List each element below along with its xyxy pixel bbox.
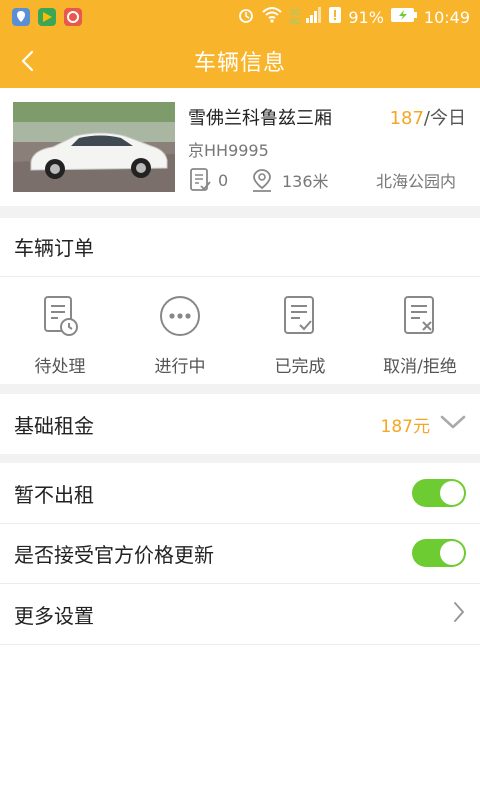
location-name: 北海公园内 (376, 172, 456, 191)
network-type-bottom: 4G (289, 17, 301, 26)
more-settings-row[interactable]: 更多设置 (0, 584, 480, 644)
status-bar: 3G 4G 91% 10:49 (0, 0, 480, 34)
more-settings-label: 更多设置 (14, 603, 94, 628)
sim-alert-icon (328, 6, 342, 28)
back-chevron-icon[interactable] (16, 48, 40, 74)
order-in-progress-label: 进行中 (154, 357, 206, 377)
toggle-knob (440, 481, 464, 505)
order-status-grid: 待处理 进行中 已完成 取消/拒绝 (0, 284, 480, 380)
order-in-progress-button[interactable]: 进行中 (120, 284, 240, 380)
chevron-right-icon (452, 600, 466, 628)
order-cancelled-button[interactable]: 取消/拒绝 (360, 284, 480, 380)
order-completed-label: 已完成 (274, 357, 326, 377)
chevron-down-icon[interactable] (440, 412, 466, 436)
map-pin-app-icon (12, 8, 30, 26)
base-rent-label: 基础租金 (14, 413, 94, 438)
order-count: 0 (218, 170, 229, 190)
title-bar: 车辆信息 (0, 34, 480, 88)
base-rent-value: 187元 (380, 416, 430, 437)
clipboard-check-icon (280, 294, 320, 342)
section-spacer (0, 384, 480, 394)
accept-price-update-label: 是否接受官方价格更新 (14, 542, 214, 567)
orders-section-title: 车辆订单 (14, 236, 94, 260)
section-spacer (0, 206, 480, 218)
toggle-knob (440, 541, 464, 565)
order-document-icon (188, 167, 212, 193)
section-spacer (0, 454, 480, 463)
page-title: 车辆信息 (193, 51, 286, 76)
price-value: 187 (389, 108, 424, 129)
signal-bars-icon (306, 6, 322, 28)
battery-charging-icon (390, 7, 418, 27)
order-pending-label: 待处理 (34, 357, 86, 377)
alarm-icon (237, 6, 255, 28)
divider (0, 276, 480, 277)
car-meta-row: 0 136米 北海公园内 (188, 166, 466, 194)
no-rent-row: 暂不出租 (0, 463, 480, 523)
clipboard-clock-icon (40, 294, 80, 342)
accept-price-update-toggle[interactable] (412, 539, 466, 567)
no-rent-toggle[interactable] (412, 479, 466, 507)
order-cancelled-label: 取消/拒绝 (383, 357, 457, 377)
phone-app-icon (64, 8, 82, 26)
location-pin-icon (250, 167, 274, 193)
car-daily-price: 187/今日 (390, 104, 466, 130)
no-rent-label: 暂不出租 (14, 482, 94, 507)
play-store-app-icon (38, 8, 56, 26)
distance: 136米 (282, 172, 329, 191)
wifi-icon (261, 6, 283, 28)
license-plate: 京HH9995 (188, 141, 269, 160)
ellipsis-circle-icon (158, 294, 202, 342)
battery-percent: 91% (348, 7, 384, 27)
order-pending-button[interactable]: 待处理 (0, 284, 120, 380)
notification-icons (12, 8, 82, 26)
divider (0, 644, 480, 645)
network-type-top: 3G (289, 8, 301, 17)
base-rent-row[interactable]: 基础租金 187元 (0, 394, 480, 454)
car-photo (13, 102, 175, 192)
car-model-name: 雪佛兰科鲁兹三厢 (188, 108, 332, 129)
clock-time: 10:49 (423, 7, 470, 27)
clipboard-x-icon (400, 294, 440, 342)
price-unit: /今日 (423, 108, 466, 129)
accept-price-update-row: 是否接受官方价格更新 (0, 523, 480, 583)
order-completed-button[interactable]: 已完成 (240, 284, 360, 380)
cellular-signal-icon: 3G 4G (289, 8, 300, 26)
